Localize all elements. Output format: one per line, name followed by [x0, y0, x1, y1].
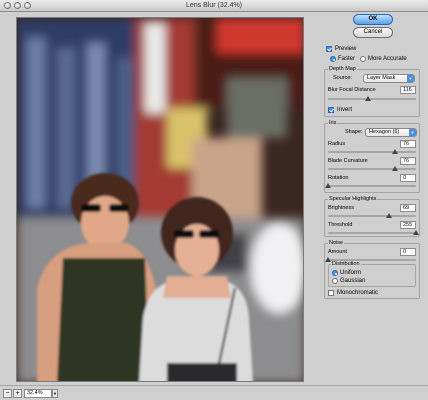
brightness-label: Brightness: [328, 205, 354, 211]
zoom-out-button[interactable]: −: [3, 389, 12, 398]
blade-curvature-label: Blade Curvature: [328, 158, 368, 164]
monochromatic-checkbox[interactable]: [328, 290, 334, 296]
iris-group: Iris Shape: Hexagon (6) ▼ Radius 76 Blad…: [324, 120, 420, 193]
brightness-thumb[interactable]: [385, 213, 392, 218]
chevron-down-icon: ▼: [407, 75, 414, 82]
ok-button[interactable]: OK: [353, 14, 393, 25]
title-bar: Lens Blur (32.4%): [0, 0, 428, 12]
invert-label: Invert: [337, 107, 353, 113]
monochromatic-row: Monochromatic: [328, 289, 416, 297]
rotation-thumb[interactable]: [325, 183, 331, 188]
radius-field[interactable]: 76: [400, 140, 416, 148]
chevron-down-icon[interactable]: ▼: [52, 389, 58, 398]
uniform-label: Uniform: [340, 270, 362, 276]
shape-select[interactable]: Hexagon (6) ▼: [365, 128, 417, 137]
noise-title: Noise: [328, 240, 345, 246]
specular-group: Specular Highlights Brightness 69 Thresh…: [324, 196, 420, 237]
brightness-slider[interactable]: [328, 213, 416, 218]
specular-title: Specular Highlights: [328, 196, 378, 202]
status-bar: − + 32.4% ▼: [0, 385, 428, 400]
faster-radio[interactable]: [330, 56, 336, 62]
zoom-in-button[interactable]: +: [13, 389, 22, 398]
focal-distance-slider[interactable]: [328, 96, 416, 101]
brightness-field[interactable]: 69: [400, 204, 416, 212]
more-accurate-label: More Accurate: [368, 56, 407, 62]
source-label: Source:: [333, 75, 352, 81]
uniform-radio[interactable]: [332, 270, 338, 276]
focal-distance-thumb[interactable]: [364, 96, 371, 101]
cancel-button[interactable]: Cancel: [353, 27, 393, 38]
threshold-field[interactable]: 255: [400, 221, 416, 229]
focal-distance-field[interactable]: 116: [400, 86, 416, 94]
zoom-field[interactable]: 32.4%: [24, 389, 52, 398]
settings-panel: OK Cancel Preview Faster More Accurate D…: [320, 14, 424, 384]
gaussian-row: Gaussian: [332, 277, 412, 285]
uniform-row: Uniform: [332, 269, 412, 277]
preview-quality-row: Faster More Accurate: [330, 54, 428, 64]
focal-distance-label: Blur Focal Distance: [328, 87, 376, 93]
rotation-field[interactable]: 0: [400, 174, 416, 182]
image-preview[interactable]: [16, 17, 304, 382]
radius-label: Radius: [328, 141, 346, 147]
depth-map-group: Depth Map Source: Layer Mask ▼ Blur Foca…: [324, 66, 420, 117]
distribution-title: Distribution: [331, 261, 361, 267]
gaussian-radio[interactable]: [332, 278, 338, 284]
invert-checkbox[interactable]: [328, 107, 334, 113]
amount-field[interactable]: 0: [400, 248, 416, 256]
preview-label: Preview: [335, 46, 357, 52]
window-title: Lens Blur (32.4%): [185, 2, 243, 9]
blade-curvature-slider[interactable]: [328, 166, 416, 171]
chevron-down-icon: ▼: [409, 129, 416, 136]
iris-title: Iris: [328, 120, 338, 126]
shape-value: Hexagon (6): [369, 129, 400, 135]
blade-curvature-field[interactable]: 76: [400, 157, 416, 165]
rotation-label: Rotation: [328, 175, 349, 181]
threshold-thumb[interactable]: [413, 230, 419, 235]
depth-map-title: Depth Map: [328, 66, 357, 72]
preview-photo: [17, 18, 303, 381]
monochromatic-label: Monochromatic: [337, 290, 379, 296]
noise-group: Noise Amount 0 Distribution Uniform Gaus…: [324, 240, 420, 299]
radius-thumb[interactable]: [391, 149, 398, 154]
source-value: Layer Mask: [367, 75, 396, 81]
shape-label: Shape:: [345, 129, 363, 135]
amount-label: Amount: [328, 249, 347, 255]
distribution-group: Distribution Uniform Gaussian: [328, 261, 416, 287]
blade-curvature-thumb[interactable]: [391, 166, 398, 171]
gaussian-label: Gaussian: [340, 278, 366, 284]
faster-label: Faster: [338, 56, 356, 62]
threshold-label: Threshold: [328, 222, 353, 228]
threshold-slider[interactable]: [328, 230, 419, 235]
preview-checkbox[interactable]: [326, 46, 332, 52]
rotation-slider[interactable]: [325, 183, 416, 188]
invert-row: Invert: [328, 105, 408, 115]
radius-slider[interactable]: [328, 149, 416, 154]
source-select[interactable]: Layer Mask ▼: [363, 74, 415, 83]
preview-row: Preview: [326, 44, 428, 54]
more-accurate-radio[interactable]: [360, 56, 367, 62]
